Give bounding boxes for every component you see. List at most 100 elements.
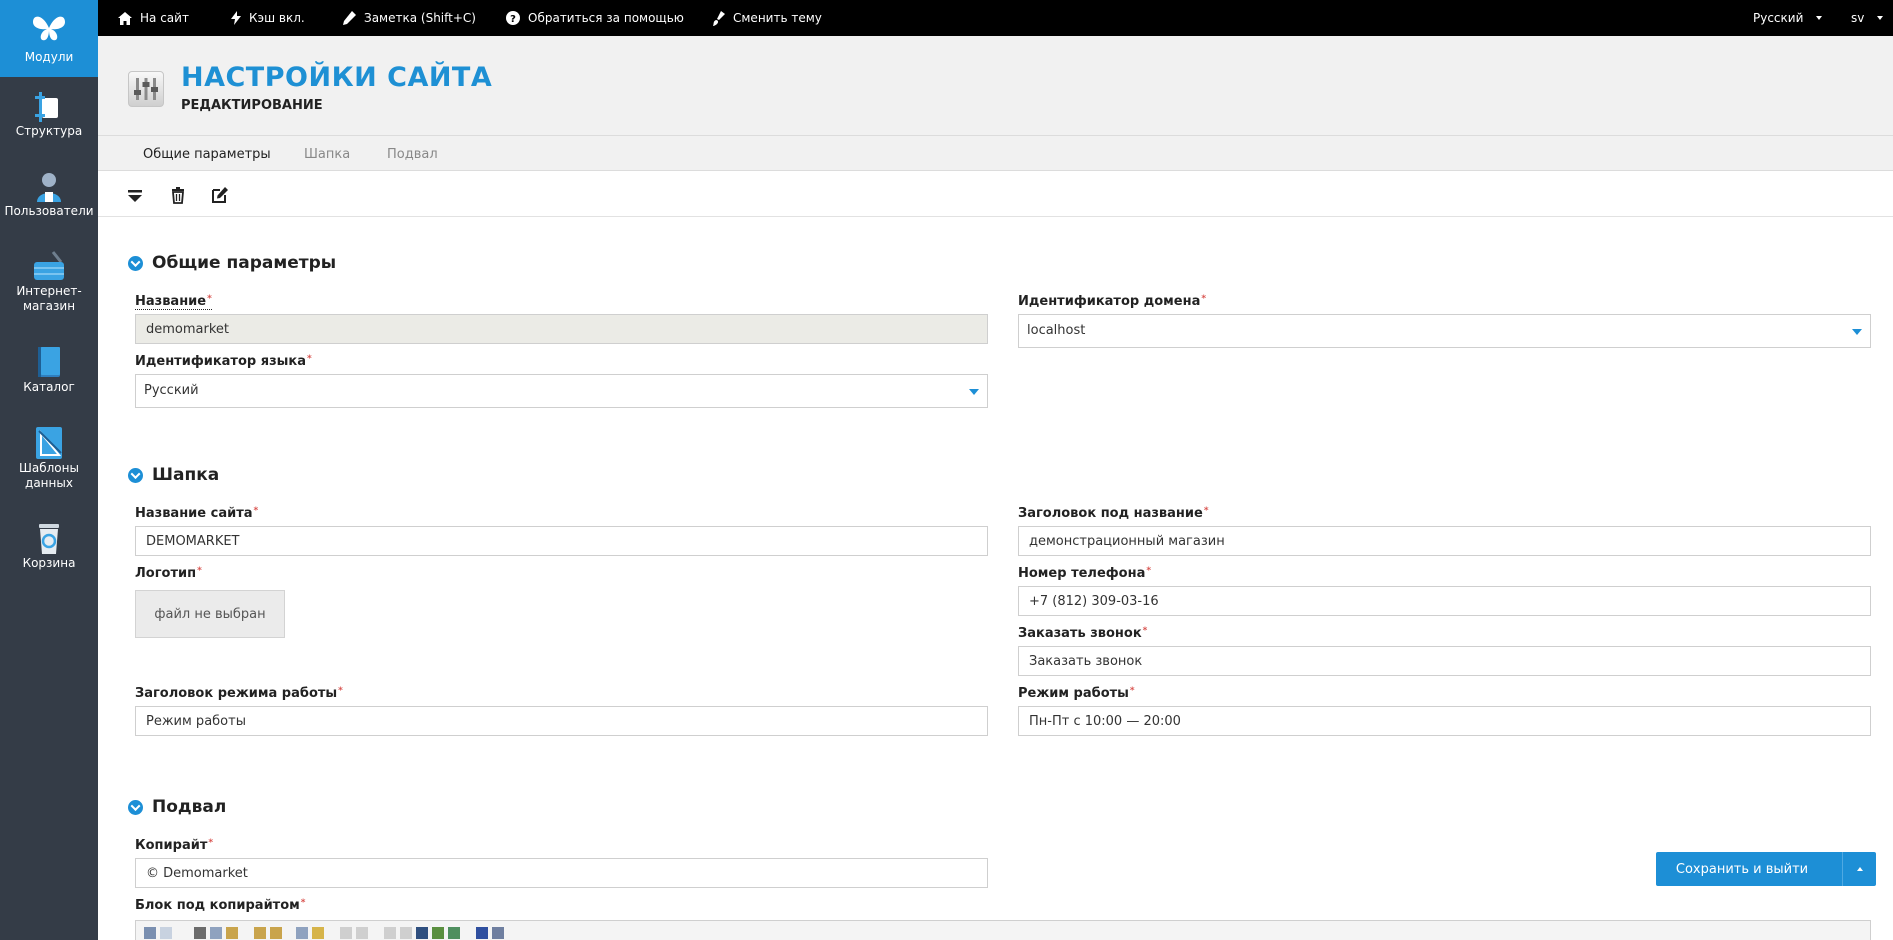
sidebar-item-modules[interactable]: Модули [0,0,98,77]
ruler-icon [36,427,62,459]
collapse-toggle-icon [128,255,143,271]
settings-sliders-icon [128,71,164,107]
edit-icon[interactable] [210,185,230,205]
sidebar-item-shop[interactable]: Интернет-магазин [0,248,98,328]
paste-icon[interactable] [226,927,238,939]
domain-label: Идентификатор домена* [1018,294,1207,309]
book-icon [38,347,60,377]
page-title: НАСТРОЙКИ САЙТА [181,62,493,93]
basket-icon [34,251,64,280]
theme-button[interactable]: Сменить тему [713,0,822,36]
trash-bin-icon [39,524,59,554]
top-bar: На сайт Кэш вкл. Заметка (Shift+C) ? Обр… [98,0,1893,36]
collapse-all-icon[interactable] [125,185,145,205]
cut-icon[interactable] [194,927,206,939]
language-dropdown[interactable]: Русский [1753,0,1823,36]
pencil-icon [343,11,356,25]
sidebar-item-label: Корзина [22,556,76,570]
note-button[interactable]: Заметка (Shift+C) [343,0,476,36]
work-mode-input[interactable] [1018,706,1871,736]
template-icon[interactable] [160,927,172,939]
callback-label: Заказать звонок* [1018,626,1148,641]
sidebar-item-label: Интернет-магазин [16,284,82,313]
chevron-down-icon [969,389,979,395]
help-label: Обратиться за помощью [528,11,684,25]
language-label: Русский [1753,11,1804,25]
save-options-toggle[interactable] [1842,852,1876,886]
structure-icon [35,92,58,122]
cache-toggle[interactable]: Кэш вкл. [231,0,305,36]
page-header: НАСТРОЙКИ САЙТА РЕДАКТИРОВАНИЕ [98,36,1893,136]
logo-label: Логотип* [135,566,202,581]
rich-text-editor-toolbar [135,920,1871,940]
lang-label: Идентификатор языка* [135,354,312,369]
redo-icon[interactable] [356,927,368,939]
paste-text-icon[interactable] [254,927,266,939]
sidebar-item-label: Модули [24,50,74,64]
domain-select[interactable]: localhost [1018,314,1871,348]
section-toggle-footer[interactable]: Подвал [128,797,226,817]
unlink-icon[interactable] [400,927,412,939]
chevron-down-icon [1877,16,1884,20]
user-icon [37,173,61,202]
section-title: Подвал [152,797,227,817]
home-icon [118,11,132,25]
question-icon: ? [506,11,520,25]
svg-text:?: ? [510,14,516,25]
to-site-link[interactable]: На сайт [118,0,189,36]
html-icon[interactable] [492,927,504,939]
tab-header[interactable]: Шапка [304,147,350,162]
undo-icon[interactable] [340,927,352,939]
note-label: Заметка (Shift+C) [364,11,476,25]
page-subtitle: РЕДАКТИРОВАНИЕ [181,98,323,113]
cache-label: Кэш вкл. [249,11,305,25]
tab-general[interactable]: Общие параметры [143,147,271,162]
flash-icon[interactable] [448,927,460,939]
lang-select-value: Русский [144,383,199,398]
user-dropdown[interactable]: sv [1851,0,1884,36]
link-icon[interactable] [384,927,396,939]
phone-input[interactable] [1018,586,1871,616]
work-title-label: Заголовок режима работы* [135,686,343,701]
sidebar-item-catalog[interactable]: Каталог [0,344,98,412]
subtitle-input[interactable] [1018,526,1871,556]
callback-input[interactable] [1018,646,1871,676]
collapse-toggle-icon [128,799,143,815]
sidebar-item-label: Шаблоны данных [19,461,79,490]
help-button[interactable]: ? Обратиться за помощью [506,0,684,36]
section-toggle-general[interactable]: Общие параметры [128,253,336,273]
subtitle-label: Заголовок под название* [1018,506,1209,521]
site-name-input[interactable] [135,526,988,556]
sidebar-item-trash[interactable]: Корзина [0,520,98,582]
logo-file-button[interactable]: файл не выбран [135,590,285,638]
sidebar-item-label: Пользователи [4,204,94,218]
name-input[interactable] [135,314,988,344]
save-and-exit-main[interactable]: Сохранить и выйти [1656,862,1842,877]
paste-word-icon[interactable] [270,927,282,939]
image-icon[interactable] [432,927,444,939]
special-char-icon[interactable] [476,927,488,939]
copy-icon[interactable] [210,927,222,939]
sidebar-item-label: Структура [15,124,83,138]
sidebar-item-templates[interactable]: Шаблоны данных [0,425,98,505]
chevron-up-icon [1856,867,1863,871]
clear-format-icon[interactable] [312,927,324,939]
sidebar: Модули Структура Пользователи Интернет-м… [0,0,98,940]
lang-select[interactable]: Русский [135,374,988,408]
source-icon[interactable] [144,927,156,939]
tab-footer[interactable]: Подвал [387,147,438,162]
copyright-input[interactable] [135,858,988,888]
work-title-input[interactable] [135,706,988,736]
logo-file-status: файл не выбран [154,606,266,622]
chevron-down-icon [1852,329,1862,335]
select-all-icon[interactable] [296,927,308,939]
sidebar-item-users[interactable]: Пользователи [0,168,98,238]
anchor-icon[interactable] [416,927,428,939]
save-and-exit-button: Сохранить и выйти [1656,852,1876,886]
sidebar-item-structure[interactable]: Структура [0,88,98,158]
section-toggle-header[interactable]: Шапка [128,465,219,485]
user-label: sv [1851,11,1865,25]
lightning-icon [231,11,241,25]
delete-icon[interactable] [168,185,188,205]
chevron-down-icon [1816,16,1823,20]
